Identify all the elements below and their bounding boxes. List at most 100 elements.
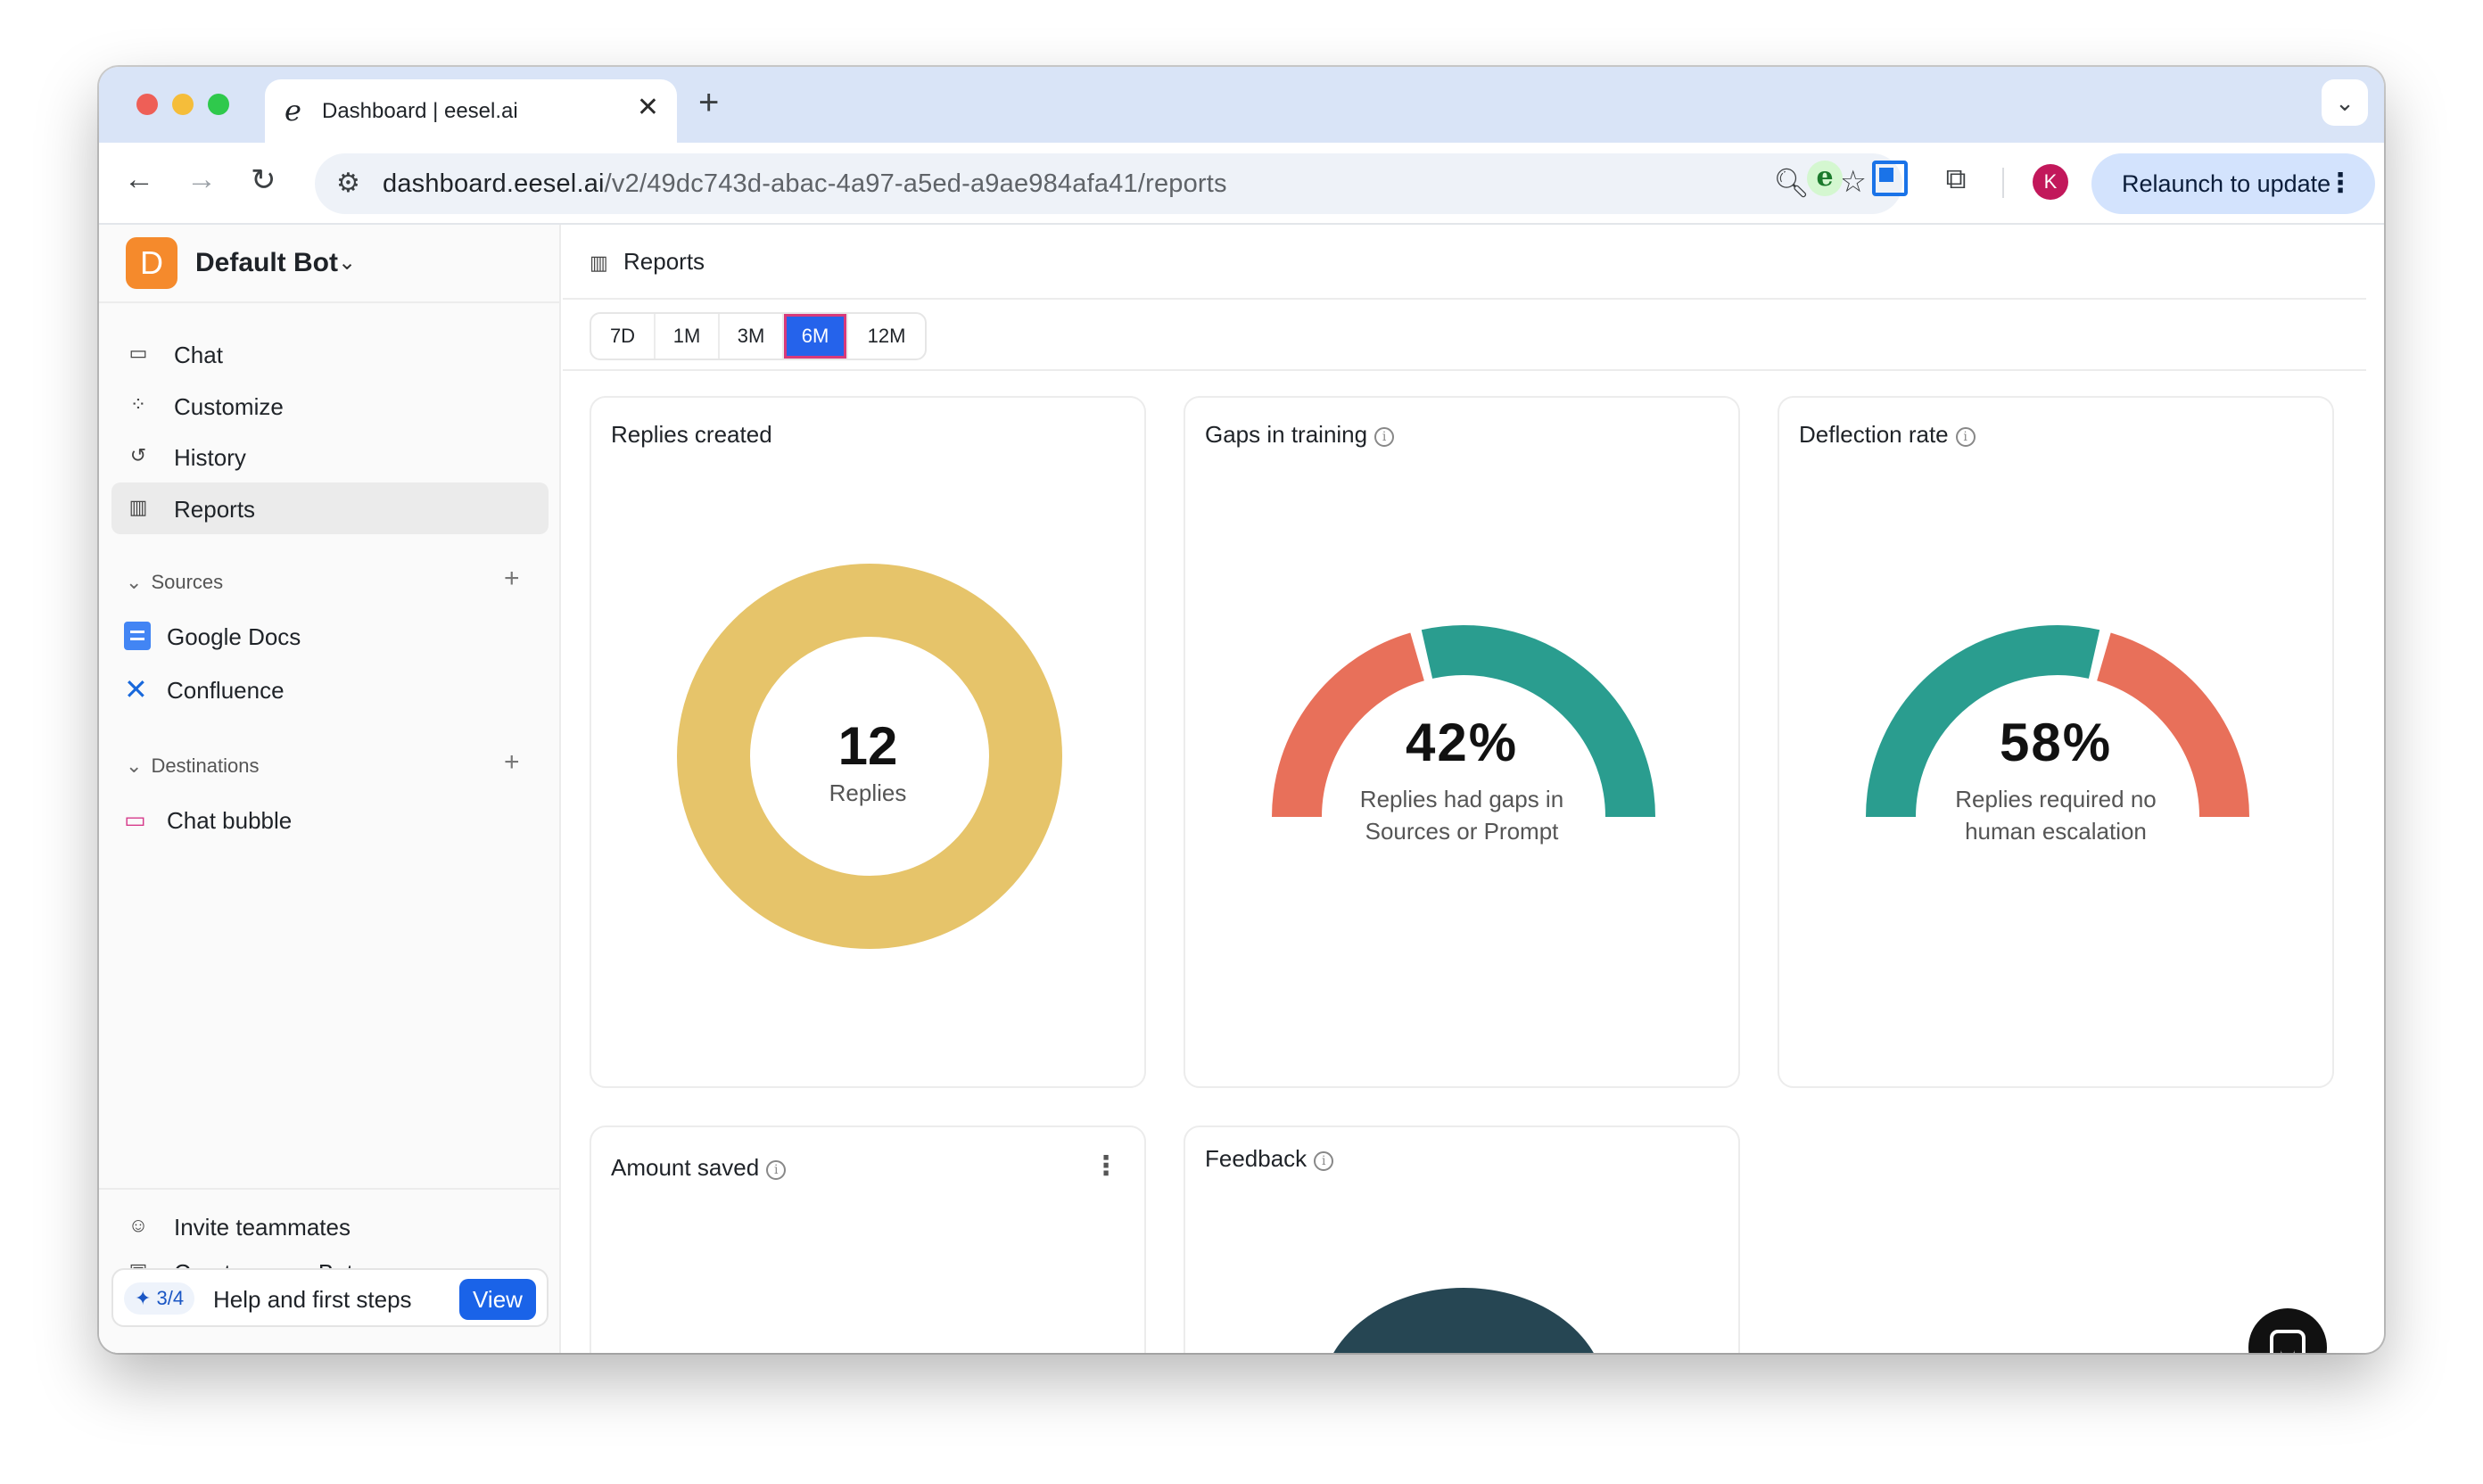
main-panel: ▥ Reports 7D 1M 3M 6M 12M Replies create… [563,225,2366,1353]
range-6m-button[interactable]: 6M [784,314,848,359]
chat-icon: ▭ [128,342,148,364]
zoom-magnifier-icon[interactable]: 🔍︎ [1773,166,1810,200]
google-docs-icon [124,622,151,650]
source-label: Google Docs [167,623,301,650]
amount-saved-title: Amount saved [611,1154,760,1181]
address-bar[interactable]: ⚙ dashboard.eesel.ai/v2/49dc743d-abac-4a… [315,153,1902,214]
source-label: Confluence [167,677,285,704]
help-first-steps-card[interactable]: ✦ 3/4 Help and first steps View [111,1268,549,1327]
customize-icon: ⁘ [129,393,147,416]
back-arrow-icon[interactable]: ← [124,162,154,197]
bot-switcher[interactable]: D Default Bot ⌄ [99,225,559,303]
page-content: D Default Bot ⌄ ▭ Chat ⁘ Customize ↺ His… [99,225,2384,1353]
deflection-percentage: 58% [1999,713,2113,772]
tab-title: Dashboard | eesel.ai [322,99,518,123]
source-item-google-docs[interactable]: Google Docs [111,610,549,662]
gaps-label-line2: Sources or Prompt [1365,818,1559,845]
destinations-section-toggle[interactable]: ⌄ Destinations [126,754,260,778]
add-source-button[interactable]: + [504,564,520,594]
chevron-down-icon: ⌄ [126,754,143,777]
sidebar-item-chat[interactable]: ▭ Chat [111,328,549,380]
site-settings-icon[interactable]: ⚙ [336,168,360,199]
url-host: dashboard.eesel.ai [383,169,605,198]
relaunch-to-update-button[interactable]: Relaunch to update ⋮ [2091,153,2375,214]
browser-tab-active[interactable]: e Dashboard | eesel.ai ✕ [265,79,677,143]
invite-teammates-button[interactable]: ☺ Invite teammates [111,1200,549,1252]
eesel-favicon-icon: e [285,94,301,128]
chat-launcher-icon [2270,1330,2306,1353]
sidebar-item-label: Customize [174,393,284,420]
eesel-extension-icon[interactable]: e [1807,161,1843,196]
relaunch-label: Relaunch to update [2122,170,2331,197]
destination-label: Chat bubble [167,807,293,834]
sidebar-item-history[interactable]: ↺ History [111,431,549,482]
feedback-chart [1333,1288,1594,1353]
view-button[interactable]: View [459,1279,536,1320]
screenshot-extension-icon[interactable] [1872,161,1908,196]
invite-label: Invite teammates [174,1214,351,1241]
add-destination-button[interactable]: + [504,747,520,778]
reports-icon: ▥ [590,251,608,274]
invite-icon: ☺ [128,1214,149,1236]
help-text: Help and first steps [213,1286,412,1313]
toolbar-divider [2002,168,2004,198]
feedback-card: Feedback i [1184,1125,1740,1353]
confluence-icon: ✕ [124,673,148,705]
info-icon[interactable]: i [766,1160,787,1180]
sidebar: D Default Bot ⌄ ▭ Chat ⁘ Customize ↺ His… [99,225,561,1353]
browser-window: e Dashboard | eesel.ai ✕ + ⌄ ← → ↻ ⚙ das… [99,67,2384,1353]
sources-heading: Sources [151,571,224,593]
forward-arrow-icon[interactable]: → [186,162,217,197]
chevron-down-icon: ⌄ [338,251,357,275]
deflection-rate-card: Deflection rate i 58% Replies required no… [1778,396,2334,1088]
progress-badge-text: 3/4 [156,1287,185,1309]
reload-icon[interactable]: ↻ [251,162,276,198]
gaps-percentage: 42% [1405,713,1519,772]
sources-section-toggle[interactable]: ⌄ Sources [126,571,223,594]
amount-saved-card: Amount saved i ⋮ [590,1125,1146,1353]
source-item-confluence[interactable]: ✕ Confluence [111,664,549,715]
maximize-window-button[interactable] [208,94,229,115]
page-title: Reports [623,248,705,275]
url-text[interactable]: dashboard.eesel.ai/v2/49dc743d-abac-4a97… [383,169,1227,199]
tab-search-chevron-icon[interactable]: ⌄ [2322,79,2368,126]
tab-strip: e Dashboard | eesel.ai ✕ + ⌄ [99,67,2384,143]
bookmark-star-icon[interactable]: ☆ [1840,164,1867,200]
chevron-down-icon: ⌄ [126,571,143,593]
close-window-button[interactable] [136,94,158,115]
more-vertical-icon[interactable]: ⋮ [1093,1150,1119,1182]
sidebar-item-label: History [174,444,246,471]
range-toolbar: 7D 1M 3M 6M 12M [563,300,2366,371]
progress-badge: ✦ 3/4 [124,1282,195,1315]
sidebar-item-label: Reports [174,496,256,523]
destinations-heading: Destinations [151,754,260,777]
page-header: ▥ Reports [563,225,2366,300]
deflection-label-line1: Replies required no [1955,786,2157,812]
gaps-in-training-card: Gaps in training i 42% Replies had gaps i… [1184,396,1740,1088]
time-range-selector: 7D 1M 3M 6M 12M [590,312,927,360]
history-icon: ↺ [129,444,147,466]
profile-avatar[interactable]: K [2033,164,2068,200]
range-12m-button[interactable]: 12M [848,314,925,359]
range-1m-button[interactable]: 1M [656,314,720,359]
browser-toolbar: ← → ↻ ⚙ dashboard.eesel.ai/v2/49dc743d-a… [99,143,2384,225]
sidebar-item-label: Chat [174,342,223,368]
gaps-label-line1: Replies had gaps in [1359,786,1564,812]
replies-count: 12 [837,716,898,776]
bot-name: Default Bot [195,248,338,277]
new-tab-button[interactable]: + [698,83,719,123]
sidebar-item-customize[interactable]: ⁘ Customize [111,380,549,432]
destination-item-chat-bubble[interactable]: ▭ Chat bubble [111,794,549,845]
minimize-window-button[interactable] [172,94,194,115]
more-vertical-icon[interactable]: ⋮ [2327,153,2354,214]
extensions-puzzle-icon[interactable]: ⧉ [1938,161,1974,196]
card-title: Amount saved i [611,1154,787,1182]
tab-close-icon[interactable]: ✕ [637,92,659,123]
range-3m-button[interactable]: 3M [720,314,784,359]
sidebar-item-reports[interactable]: ▥ Reports [111,482,549,534]
reports-icon: ▥ [128,496,148,518]
replies-label: Replies [829,779,907,806]
feedback-pie-slice [1333,1288,1594,1353]
url-path: /v2/49dc743d-abac-4a97-a5ed-a9ae984afa41… [604,169,1227,198]
range-7d-button[interactable]: 7D [591,314,656,359]
